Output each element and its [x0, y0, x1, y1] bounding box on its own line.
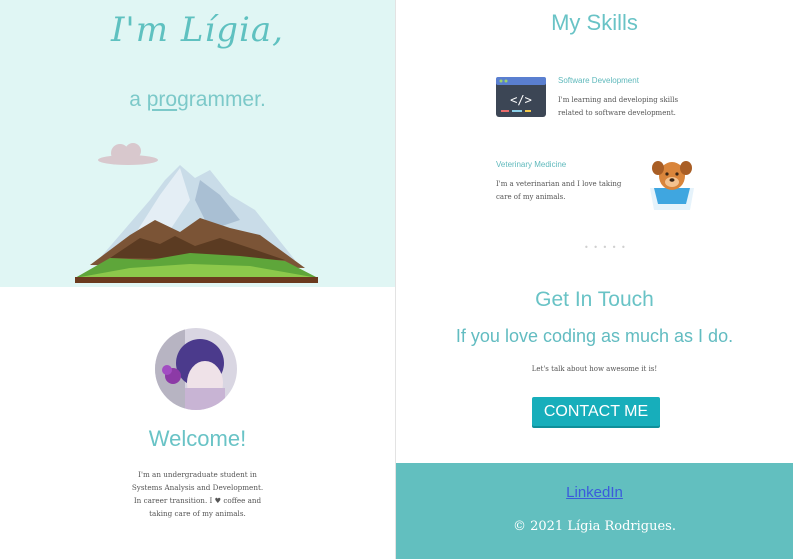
- avatar-photo: [155, 328, 237, 410]
- hero-subtitle-prefix: a: [129, 88, 147, 111]
- skill-desc-veterinary: I'm a veterinarian and I love taking car…: [496, 180, 622, 201]
- welcome-heading: Welcome!: [148, 426, 247, 451]
- linkedin-link[interactable]: LinkedIn: [396, 484, 793, 501]
- skill-name-veterinary: Veterinary Medicine: [496, 160, 567, 169]
- contact-note: Let's talk about how awesome it is!: [531, 365, 658, 373]
- code-window-icon: </>: [496, 77, 546, 117]
- skill-name-software: Software Development: [558, 76, 639, 85]
- hero-title: I'm Lígia,: [111, 10, 284, 50]
- skill-desc-software: I'm learning and developing skills relat…: [558, 96, 679, 117]
- mountain-illustration: [75, 143, 318, 283]
- svg-text:</>: </>: [510, 93, 532, 107]
- left-column: I'm Lígia, a programmer. Welcome! I'm an…: [0, 0, 395, 559]
- footer: LinkedIn © 2021 Lígia Rodrigues.: [396, 463, 793, 559]
- hero-subtitle-underlined: pro: [146, 88, 178, 111]
- contact-me-button[interactable]: CONTACT ME: [532, 397, 660, 426]
- copyright-text: © 2021 Lígia Rodrigues.: [512, 519, 676, 534]
- avatar: [155, 328, 237, 410]
- about-text: I'm an undergraduate student in Systems …: [131, 470, 264, 518]
- dog-cone-icon: [650, 161, 694, 210]
- right-column: My Skills </> Software Development I'm l…: [396, 0, 793, 559]
- hero-section: I'm Lígia, a programmer.: [0, 0, 395, 287]
- hero-subtitle: a programmer.: [0, 88, 395, 112]
- cloud-icon: [98, 143, 158, 165]
- contact-title: Get In Touch: [535, 288, 654, 311]
- contact-subtitle: If you love coding as much as I do.: [455, 326, 734, 346]
- skills-title: My Skills: [551, 10, 638, 35]
- hero-subtitle-rest: grammer.: [177, 88, 266, 111]
- section-separator: • • • • •: [584, 243, 627, 252]
